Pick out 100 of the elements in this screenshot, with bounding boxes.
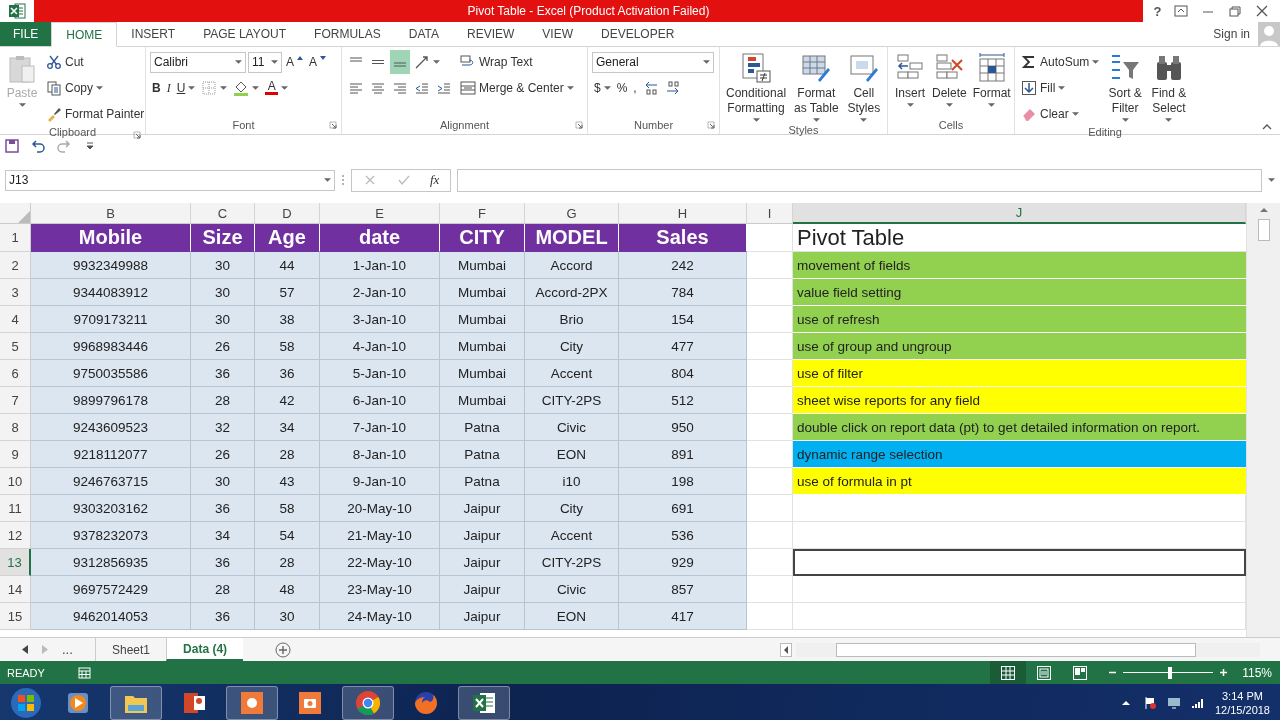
row-header[interactable]: 11 <box>0 495 31 522</box>
ribbon-tab[interactable]: FILE <box>0 22 52 46</box>
row-header[interactable]: 13 <box>0 549 31 576</box>
ribbon-button[interactable]: Find & Select <box>1146 50 1191 124</box>
row-header[interactable]: 6 <box>0 360 31 387</box>
ribbon-button[interactable]: Clear <box>1019 102 1081 126</box>
column-header[interactable]: C <box>191 203 255 224</box>
sign-in-link[interactable]: Sign in <box>1213 27 1250 41</box>
collapse-icon[interactable] <box>1262 124 1272 130</box>
font-color-button[interactable]: A <box>263 76 291 100</box>
ribbon-display-icon[interactable] <box>1174 5 1189 17</box>
ribbon-tab[interactable]: HOME <box>51 22 118 47</box>
row-header[interactable]: 14 <box>0 576 31 603</box>
expand-icon[interactable] <box>1268 178 1275 182</box>
save-icon[interactable] <box>4 138 20 154</box>
undo-icon[interactable] <box>30 138 46 154</box>
ribbon-button[interactable]: Cut <box>44 50 86 74</box>
monitor-icon[interactable] <box>1166 695 1181 710</box>
ribbon-button[interactable]: Fill <box>1019 76 1068 100</box>
row-header[interactable]: 1 <box>0 224 31 252</box>
zoom-level[interactable]: 115% <box>1234 665 1280 680</box>
zoom-in-icon[interactable] <box>1219 668 1228 677</box>
column-header[interactable]: D <box>255 203 320 224</box>
ribbon-button[interactable]: I <box>164 76 173 100</box>
column-header[interactable]: G <box>525 203 619 224</box>
launcher-icon[interactable] <box>329 121 337 129</box>
sheet-tab[interactable]: Data (4) <box>166 638 244 661</box>
ribbon-button[interactable]: AutoSum <box>1019 50 1102 74</box>
ribbon-tab[interactable]: PAGE LAYOUT <box>189 22 301 46</box>
column-header[interactable]: E <box>320 203 440 224</box>
row-header[interactable]: 9 <box>0 441 31 468</box>
previous-sheet-icon[interactable] <box>22 645 28 654</box>
column-header[interactable]: I <box>747 203 793 224</box>
ribbon-button[interactable]: $ <box>592 76 613 100</box>
row-header[interactable]: 7 <box>0 387 31 414</box>
add-sheet-icon[interactable] <box>275 641 292 658</box>
launcher-icon[interactable] <box>575 121 583 129</box>
dropdown-field[interactable]: Calibri <box>150 51 246 73</box>
scroll-left-icon[interactable] <box>780 642 792 657</box>
ribbon-button[interactable]: Copy <box>44 76 105 100</box>
ribbon-button[interactable]: % <box>614 76 630 100</box>
ribbon-tab[interactable]: DEVELOPER <box>587 22 689 46</box>
spreadsheet-icon[interactable] <box>458 685 510 720</box>
flag-icon[interactable] <box>1142 695 1157 710</box>
row-header[interactable]: 4 <box>0 306 31 333</box>
ribbon-button[interactable]: Format as Table <box>790 50 843 124</box>
ribbon-tab[interactable]: VIEW <box>528 22 587 46</box>
column-header[interactable]: F <box>440 203 525 224</box>
ribbon-button[interactable]: Cell Styles <box>844 50 883 124</box>
name-box[interactable]: J13 <box>5 169 335 191</box>
ribbon-button[interactable]: Conditional Formatting <box>724 50 789 124</box>
ribbon-button[interactable]: Insert <box>892 50 928 109</box>
ribbon-tab[interactable]: DATA <box>394 22 453 46</box>
ribbon-button[interactable]: U <box>174 76 198 100</box>
column-header[interactable]: J <box>793 203 1246 224</box>
row-header[interactable]: 10 <box>0 468 31 495</box>
dropdown-field[interactable]: General <box>592 51 714 73</box>
slider-thumb[interactable] <box>1167 666 1172 679</box>
ribbon-button[interactable]: Sort & Filter <box>1105 50 1145 124</box>
dropdown-field[interactable]: 11 <box>248 51 282 73</box>
close-icon[interactable] <box>1255 5 1270 17</box>
grid-view-icon[interactable] <box>990 661 1026 684</box>
scrollbar-thumb[interactable] <box>1257 219 1270 241</box>
ribbon-button[interactable]: A <box>284 50 305 74</box>
table-cell: 242 <box>619 252 747 279</box>
ribbon-tab[interactable]: FORMULAS <box>300 22 395 46</box>
group-label: Editing <box>1088 126 1122 138</box>
scrollbar-thumb[interactable] <box>836 642 1196 657</box>
launcher-icon[interactable] <box>707 121 715 129</box>
macro-icon[interactable] <box>77 666 91 679</box>
ribbon-tab[interactable]: REVIEW <box>453 22 529 46</box>
ribbon-button[interactable]: A <box>307 50 329 74</box>
restore-icon[interactable] <box>1228 5 1243 17</box>
row-header[interactable]: 3 <box>0 279 31 306</box>
clock[interactable]: 3:14 PM 12/15/2018 <box>1214 688 1270 717</box>
ribbon-button[interactable]: Merge & Center <box>458 76 576 100</box>
launcher-icon[interactable] <box>133 131 141 139</box>
row-header[interactable]: 2 <box>0 252 31 279</box>
folder-icon[interactable] <box>110 685 162 720</box>
ribbon-button[interactable]: Delete <box>930 50 969 109</box>
ribbon-button[interactable]: , <box>631 76 639 100</box>
column-header[interactable]: H <box>619 203 747 224</box>
ribbon-button[interactable]: Format Painter <box>44 102 147 126</box>
row-header[interactable]: 12 <box>0 522 31 549</box>
row-header[interactable]: 15 <box>0 603 31 630</box>
ribbon-button[interactable]: Wrap Text <box>458 50 535 74</box>
ribbon-button[interactable]: B <box>150 76 163 100</box>
formula-input[interactable] <box>457 168 1262 192</box>
more-sheets[interactable]: ... <box>62 642 73 657</box>
row-header[interactable]: 5 <box>0 333 31 360</box>
insert-function-button[interactable]: fx <box>430 172 440 188</box>
ribbon-tab[interactable]: INSERT <box>117 22 190 46</box>
column-header[interactable]: B <box>31 203 191 224</box>
screen-capture-icon[interactable] <box>226 685 278 720</box>
ribbon-button[interactable]: Format <box>970 50 1013 109</box>
browser-icon[interactable] <box>342 685 394 720</box>
help-button[interactable]: ? <box>1153 3 1162 19</box>
caret-icon <box>603 86 611 90</box>
table-cell: 32 <box>191 414 255 441</box>
row-header[interactable]: 8 <box>0 414 31 441</box>
